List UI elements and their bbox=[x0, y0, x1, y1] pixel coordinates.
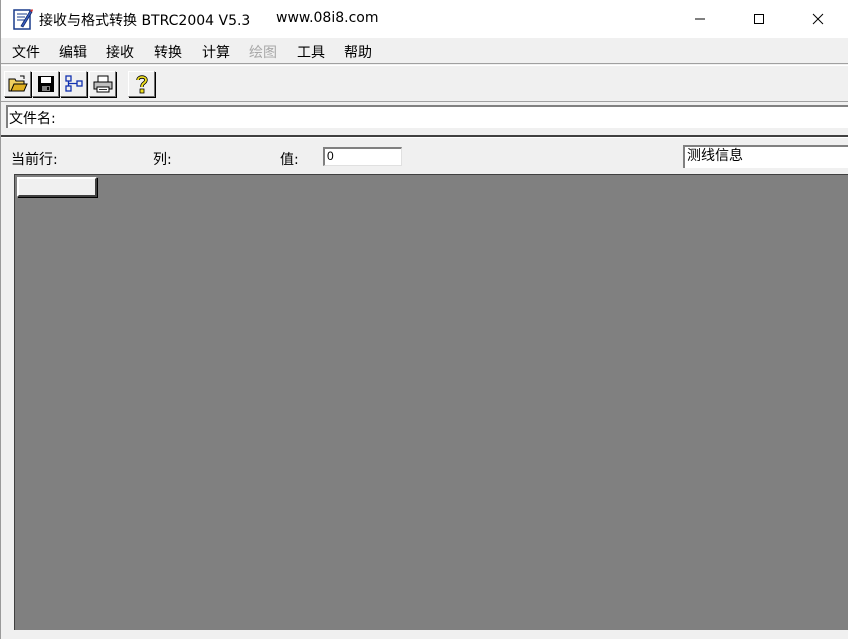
menu-receive[interactable]: 接收 bbox=[105, 42, 135, 62]
menu-edit[interactable]: 编辑 bbox=[58, 42, 88, 62]
maximize-button[interactable] bbox=[730, 0, 788, 38]
printer-icon bbox=[93, 75, 112, 93]
title-bar[interactable]: 接收与格式转换 BTRC2004 V5.3 www.08i8.com bbox=[1, 0, 848, 38]
menu-calculate[interactable]: 计算 bbox=[201, 42, 231, 62]
menu-help[interactable]: 帮助 bbox=[343, 42, 373, 62]
help-button[interactable] bbox=[128, 71, 155, 97]
toolbar bbox=[1, 65, 848, 102]
save-button[interactable] bbox=[32, 71, 59, 97]
open-button[interactable] bbox=[4, 71, 31, 97]
column-label: 列: bbox=[153, 152, 172, 168]
menu-bar: 文件 编辑 接收 转换 计算 绘图 工具 帮助 bbox=[1, 38, 848, 64]
window-url: www.08i8.com bbox=[276, 10, 379, 26]
separator bbox=[1, 135, 848, 138]
maximize-icon bbox=[754, 14, 764, 24]
value-input[interactable]: 0 bbox=[323, 147, 402, 166]
line-info-dropdown[interactable]: 测线信息 bbox=[683, 145, 848, 168]
menu-draw[interactable]: 绘图 bbox=[248, 42, 278, 62]
connect-button[interactable] bbox=[60, 71, 87, 97]
data-grid[interactable] bbox=[14, 174, 848, 630]
minimize-icon bbox=[695, 18, 705, 20]
menu-file[interactable]: 文件 bbox=[11, 42, 41, 62]
value-label: 值: bbox=[280, 152, 299, 168]
minimize-button[interactable] bbox=[671, 0, 729, 38]
menu-convert[interactable]: 转换 bbox=[153, 42, 183, 62]
app-icon bbox=[13, 9, 33, 30]
menu-tools[interactable]: 工具 bbox=[296, 42, 326, 62]
save-disk-icon bbox=[37, 76, 54, 92]
grid-corner-header[interactable] bbox=[17, 177, 97, 197]
current-row-label: 当前行: bbox=[11, 152, 58, 168]
window-title: 接收与格式转换 BTRC2004 V5.3 bbox=[39, 13, 251, 29]
print-button[interactable] bbox=[89, 71, 116, 97]
open-folder-icon bbox=[8, 75, 28, 92]
filename-field: 文件名: bbox=[6, 105, 848, 128]
filename-label: 文件名: bbox=[9, 111, 56, 127]
help-question-icon bbox=[135, 75, 148, 94]
app-window: 接收与格式转换 BTRC2004 V5.3 www.08i8.com 文件 编辑… bbox=[0, 0, 848, 639]
status-strip bbox=[1, 630, 848, 639]
close-icon bbox=[812, 13, 824, 25]
connect-icon bbox=[64, 75, 83, 92]
close-button[interactable] bbox=[789, 0, 847, 38]
